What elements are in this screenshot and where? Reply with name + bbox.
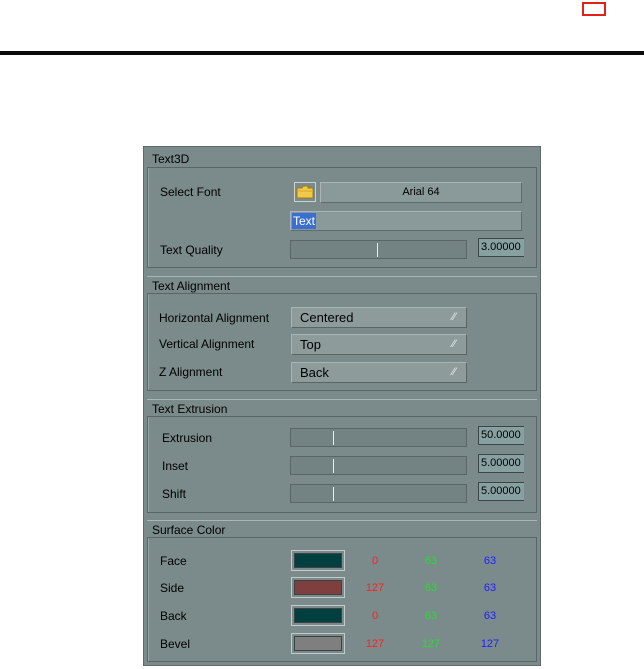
surface-side-r-value[interactable]: 127 (360, 582, 390, 594)
horizontal-alignment-label: Horizontal Alignment (159, 311, 270, 325)
inset-label: Inset (162, 459, 189, 473)
surface-back-color-swatch[interactable] (291, 605, 345, 626)
color-swatch-fill (294, 608, 342, 623)
text-input[interactable]: Text (290, 211, 522, 231)
color-swatch-fill (294, 553, 342, 568)
extrusion-field[interactable]: 50.0000 (478, 426, 524, 445)
shift-slider-thumb[interactable] (333, 487, 334, 501)
surface-face-b-value[interactable]: 63 (475, 555, 505, 567)
color-swatch-fill (294, 580, 342, 595)
horizontal-alignment-dropdown[interactable]: Centered ⁄⁄ (291, 307, 467, 328)
surface-bevel-r-value[interactable]: 127 (360, 638, 390, 650)
surface-back-label: Back (160, 609, 187, 623)
color-swatch-fill (294, 636, 342, 651)
vertical-alignment-value: Top (300, 337, 321, 352)
surface-bevel-label: Bevel (160, 637, 191, 651)
vertical-alignment-dropdown[interactable]: Top ⁄⁄ (291, 334, 467, 355)
surface-back-b-value[interactable]: 63 (475, 610, 505, 622)
dropdown-arrow-icon: ⁄⁄ (452, 366, 456, 378)
inset-slider[interactable] (290, 456, 467, 475)
dropdown-arrow-icon: ⁄⁄ (452, 311, 456, 323)
inset-slider-thumb[interactable] (333, 459, 334, 473)
red-rectangle-icon (582, 2, 606, 16)
text-quality-slider[interactable] (290, 240, 467, 259)
extrusion-slider[interactable] (290, 428, 467, 447)
text-quality-label: Text Quality (160, 243, 223, 257)
inset-field[interactable]: 5.00000 (478, 454, 524, 473)
surface-back-g-value[interactable]: 63 (416, 610, 446, 622)
z-alignment-dropdown[interactable]: Back ⁄⁄ (291, 362, 467, 383)
folder-icon[interactable] (294, 182, 316, 202)
panel-title: Text3D (147, 150, 537, 168)
vertical-alignment-label: Vertical Alignment (159, 337, 255, 351)
select-font-label: Select Font (160, 185, 221, 199)
surface-side-b-value[interactable]: 63 (475, 582, 505, 594)
divider (0, 51, 644, 55)
shift-slider[interactable] (290, 484, 467, 503)
surface-face-r-value[interactable]: 0 (360, 555, 390, 567)
surface-back-r-value[interactable]: 0 (360, 610, 390, 622)
surface-bevel-g-value[interactable]: 127 (416, 638, 446, 650)
z-alignment-label: Z Alignment (159, 365, 223, 379)
shift-field[interactable]: 5.00000 (478, 482, 524, 501)
text-extrusion-header: Text Extrusion (147, 399, 537, 417)
horizontal-alignment-value: Centered (300, 310, 354, 325)
z-alignment-value: Back (300, 365, 329, 380)
dropdown-arrow-icon: ⁄⁄ (452, 338, 456, 350)
surface-side-label: Side (160, 581, 185, 595)
extrusion-label: Extrusion (162, 431, 213, 445)
surface-bevel-b-value[interactable]: 127 (475, 638, 505, 650)
surface-bevel-color-swatch[interactable] (291, 633, 345, 654)
surface-face-color-swatch[interactable] (291, 550, 345, 571)
text-input-value: Text (292, 213, 317, 229)
text-quality-field[interactable]: 3.00000 (478, 238, 524, 257)
extrusion-slider-thumb[interactable] (333, 431, 334, 445)
surface-face-g-value[interactable]: 63 (416, 555, 446, 567)
shift-label: Shift (162, 487, 187, 501)
surface-color-header: Surface Color (147, 520, 537, 538)
text3d-panel: Text3D Select Font Arial 64 Text Text Qu… (143, 146, 541, 666)
surface-side-g-value[interactable]: 63 (416, 582, 446, 594)
text-quality-slider-thumb[interactable] (377, 243, 378, 257)
surface-side-color-swatch[interactable] (291, 577, 345, 598)
text-alignment-header: Text Alignment (147, 276, 537, 294)
font-select-button[interactable]: Arial 64 (320, 182, 522, 203)
surface-face-label: Face (160, 554, 187, 568)
